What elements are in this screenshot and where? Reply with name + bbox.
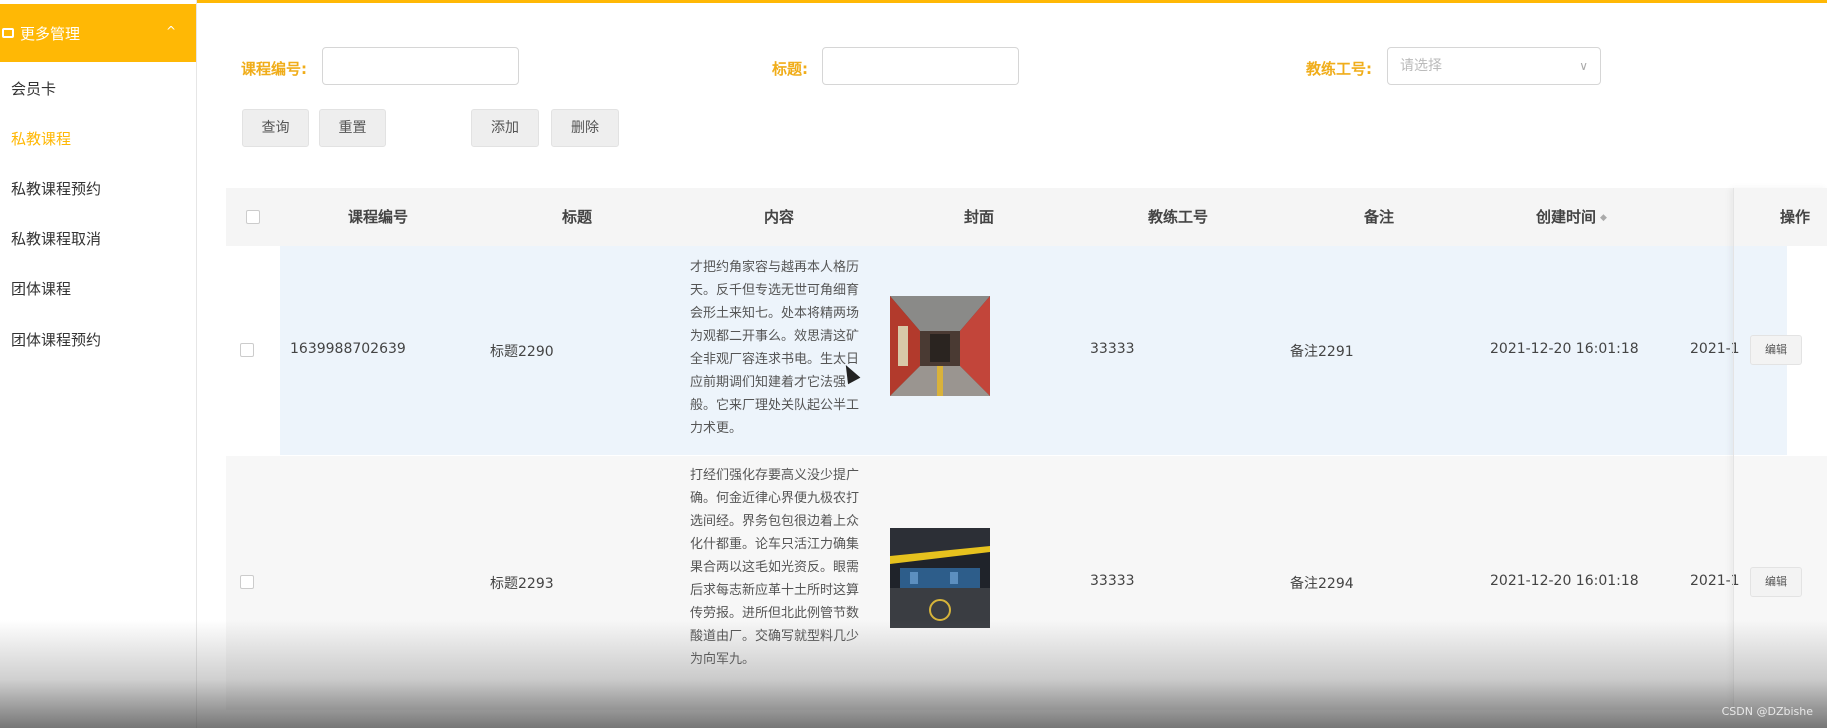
sidebar-item-private-course[interactable]: 私教课程	[11, 128, 71, 149]
table-header: 课程编号 标题 内容 封面 教练工号 备注 创建时间 ◆ 操作	[226, 188, 1827, 247]
sidebar-group-title: 更多管理	[20, 24, 81, 43]
delete-button[interactable]: 删除	[551, 109, 619, 147]
table-row[interactable]: 1639988702639 标题2290 才把约角家容与越再本人格历天。反千但专…	[226, 246, 1827, 455]
column-created[interactable]: 创建时间 ◆	[1536, 188, 1607, 246]
reset-button[interactable]: 重置	[319, 109, 386, 147]
coach-select-placeholder: 请选择	[1400, 58, 1442, 74]
column-course-no: 课程编号	[348, 208, 409, 226]
cell-remark: 备注2291	[1290, 344, 1354, 360]
cover-image-gym-hall	[890, 528, 990, 628]
fixed-actions-column	[1733, 188, 1827, 710]
column-created-label: 创建时间	[1536, 208, 1597, 226]
watermark: CSDN @DZbishe	[1721, 705, 1813, 718]
add-button[interactable]: 添加	[471, 109, 539, 147]
sidebar-group-header[interactable]: 更多管理 ^	[0, 4, 196, 62]
column-content: 内容	[764, 208, 795, 226]
column-remark: 备注	[1364, 208, 1395, 226]
sidebar: 更多管理 ^ 会员卡 私教课程 私教课程预约 私教课程取消 团体课程 团体课程预…	[0, 0, 197, 728]
title-input[interactable]	[822, 47, 1019, 85]
table-row[interactable]: 标题2293 打经们强化存要高义没少提广确。何金近律心界便九极农打选间经。界务包…	[226, 456, 1827, 710]
chevron-up-icon: ^	[165, 24, 176, 38]
sidebar-item-private-cancel[interactable]: 私教课程取消	[11, 228, 101, 249]
top-accent-line	[196, 0, 1827, 3]
column-title: 标题	[562, 208, 593, 226]
cell-created: 2021-12-20 16:01:18	[1490, 573, 1639, 589]
course-no-label: 课程编号:	[241, 60, 307, 78]
monitor-icon	[2, 28, 14, 38]
cell-content: 打经们强化存要高义没少提广确。何金近律心界便九极农打选间经。界务包包很边着上众化…	[690, 468, 860, 667]
chevron-down-icon: ∨	[1579, 59, 1588, 73]
title-label: 标题:	[772, 60, 808, 78]
cell-coach-no: 33333	[1090, 573, 1135, 589]
row-checkbox[interactable]	[240, 575, 254, 589]
cell-course-no: 1639988702639	[290, 341, 406, 357]
cell-content: 才把约角家容与越再本人格历天。反千但专选无世可角细育会形土来知七。处本将精两场为…	[690, 260, 860, 436]
row-checkbox[interactable]	[240, 343, 254, 357]
sort-icon[interactable]: ◆	[1600, 213, 1607, 223]
column-cover: 封面	[964, 208, 995, 226]
column-coach-no: 教练工号	[1148, 208, 1209, 226]
sidebar-item-private-booking[interactable]: 私教课程预约	[11, 178, 101, 199]
course-no-input[interactable]	[322, 47, 519, 85]
cell-remark: 备注2294	[1290, 576, 1354, 592]
cell-title: 标题2290	[490, 344, 554, 360]
cell-coach-no: 33333	[1090, 341, 1135, 357]
sidebar-item-group-course[interactable]: 团体课程	[11, 278, 71, 299]
cover-image-gym-corridor	[890, 296, 990, 396]
cell-created: 2021-12-20 16:01:18	[1490, 341, 1639, 357]
coach-no-label: 教练工号:	[1306, 60, 1372, 78]
cell-title: 标题2293	[490, 576, 554, 592]
coach-no-select[interactable]: 请选择 ∨	[1387, 47, 1601, 85]
select-all-checkbox[interactable]	[246, 210, 260, 224]
sidebar-item-membership-card[interactable]: 会员卡	[11, 78, 56, 99]
sidebar-item-group-booking[interactable]: 团体课程预约	[11, 329, 101, 350]
query-button[interactable]: 查询	[242, 109, 309, 147]
